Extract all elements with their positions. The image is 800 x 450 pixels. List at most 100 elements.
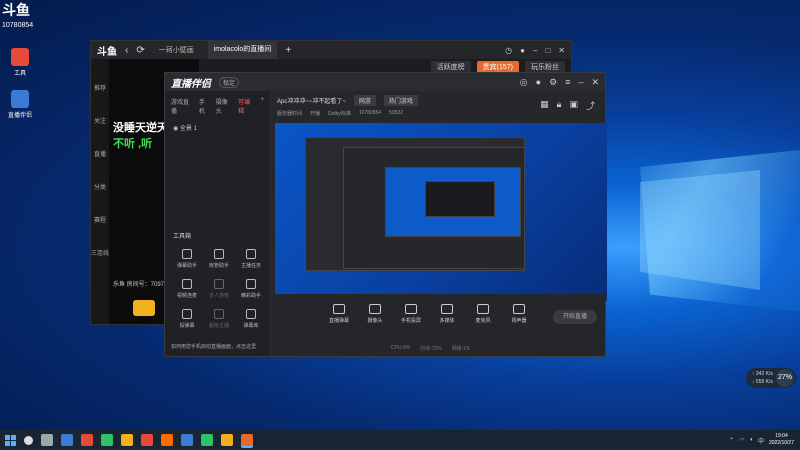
room-id: 乐鱼 房间号：70971: [113, 282, 168, 288]
desktop-icon-companion[interactable]: 直播伴侣: [6, 90, 34, 119]
barrage-icon: [333, 304, 345, 314]
back-icon[interactable]: ‹: [125, 45, 128, 56]
close-icon[interactable]: ✕: [591, 77, 599, 88]
desktop-icon-label: 直播伴侣: [7, 113, 32, 119]
microphone-button[interactable]: 麦克风: [471, 304, 495, 324]
network-icon[interactable]: ◠: [739, 437, 744, 444]
toolbox-grid: 弹幕助手 房管助手 主播任务 视频连麦 多人连麦 精彩助手 投弹幕 超级主播 弹…: [171, 249, 267, 329]
live-companion-window: 直播伴侣 稳定 ◎ ● ⚙ ≡ – ✕ 游戏直播 手机 摄像头 可编辑 + ◉ …: [164, 72, 607, 357]
folder-icon[interactable]: [121, 434, 133, 446]
sidebar-item[interactable]: 分类: [91, 182, 109, 191]
media-button[interactable]: 多媒体: [435, 304, 459, 324]
save-icon[interactable]: ▣: [569, 99, 578, 112]
category-badge[interactable]: 网游: [353, 95, 376, 106]
tool-room-manager[interactable]: 房管助手: [203, 249, 235, 269]
user-icon: [214, 249, 224, 259]
sidebar-item[interactable]: 赛程: [91, 215, 109, 224]
history-icon[interactable]: ◷: [505, 46, 512, 55]
tool-multi-link[interactable]: 多人连麦: [203, 279, 235, 299]
stat-item: 网络:1%: [451, 346, 471, 352]
version-badge[interactable]: 稳定: [219, 76, 240, 88]
camera-button[interactable]: 摄像头: [363, 304, 387, 324]
browser-icon[interactable]: [61, 434, 73, 446]
app-icon[interactable]: [81, 434, 93, 446]
preview-toolbar: ▦ 🔒︎ ▣ ⤴: [540, 99, 595, 112]
sidebar-item[interactable]: 三连线: [91, 248, 109, 257]
task-view-icon[interactable]: [41, 434, 53, 446]
douyu-taskbar-icon[interactable]: [241, 434, 253, 446]
speaker-button[interactable]: 扬声器: [507, 304, 531, 324]
avatar[interactable]: ●: [536, 77, 541, 88]
app-icon[interactable]: [141, 434, 153, 446]
app-icon[interactable]: [221, 434, 233, 446]
tool-highlight[interactable]: 精彩助手: [235, 279, 267, 299]
tab-editable[interactable]: 可编辑: [238, 97, 254, 115]
sidebar-item[interactable]: 直播: [91, 149, 109, 158]
add-tab-icon[interactable]: +: [261, 97, 265, 115]
app-icon[interactable]: [181, 434, 193, 446]
sidebar-item[interactable]: 推荐: [91, 83, 109, 92]
search-icon[interactable]: [24, 435, 33, 445]
network-speed-widget[interactable]: ↑ 242 K/s ↓ 555 K/s 27%: [746, 368, 796, 388]
phone-cast-button[interactable]: 手机投屏: [399, 304, 423, 324]
meta-item: Dolby标准: [328, 111, 351, 117]
tray-expand-icon[interactable]: ⌃: [729, 437, 734, 444]
tool-cast-barrage[interactable]: 投弹幕: [171, 309, 203, 329]
eye-icon[interactable]: ◉: [173, 126, 178, 132]
hot-game-button[interactable]: 热门游戏: [383, 95, 418, 106]
layout-icon[interactable]: ▦: [540, 99, 549, 112]
douyu-sidebar: 推荐 关注 直播 分类 赛程 三连线: [91, 59, 109, 324]
share-icon[interactable]: ⤴: [586, 99, 595, 112]
tool-streamer-task[interactable]: 主播任务: [235, 249, 267, 269]
tool-video-link[interactable]: 视频连麦: [171, 279, 203, 299]
avatar[interactable]: ●: [520, 46, 525, 55]
sidebar-item[interactable]: 关注: [91, 116, 109, 125]
taskbar: ⌃ ◠ ◖ 中 19:04 2022/10/27: [0, 430, 800, 450]
start-icon[interactable]: [0, 430, 20, 450]
phone-notice-link[interactable]: 如何用您手机启动直播画面，点击这里: [171, 343, 256, 350]
settings-icon[interactable]: ⚙: [549, 77, 557, 88]
lock-icon[interactable]: 🔒︎: [557, 99, 562, 112]
desktop-icon-tool[interactable]: 工具: [6, 48, 34, 77]
tool-barrage-assistant[interactable]: 弹幕助手: [171, 249, 203, 269]
refresh-icon[interactable]: ⟳: [136, 45, 144, 56]
scene-item[interactable]: ◉ 全景 1: [165, 121, 270, 134]
stream-title[interactable]: Apc冲冲冲~~冲不起看了~: [277, 96, 346, 105]
control-label: 手机投屏: [400, 318, 421, 324]
tab-phone[interactable]: 手机: [199, 97, 210, 115]
github-icon[interactable]: ◎: [520, 77, 528, 88]
live-preview-canvas[interactable]: [275, 123, 607, 301]
tool-barrage-library[interactable]: 弹幕库: [235, 309, 267, 329]
wechat-icon[interactable]: [101, 434, 113, 446]
meta-item: 10780854: [358, 110, 382, 116]
tab-camera[interactable]: 摄像头: [216, 97, 232, 115]
maximize-icon[interactable]: □: [545, 46, 550, 55]
memory-percent: 27%: [776, 369, 794, 387]
minimize-icon[interactable]: –: [578, 77, 583, 88]
preview-pane: Apc冲冲冲~~冲不起看了~ 网游 热门游戏 服务器时间 开播 Dolby标准 …: [271, 91, 607, 356]
input-method-icon[interactable]: 中: [758, 436, 764, 445]
tool-super-streamer[interactable]: 超级主播: [203, 309, 235, 329]
live-barrage-button[interactable]: 直播弹幕: [327, 304, 351, 324]
tool-label: 超级主播: [208, 323, 229, 329]
start-live-button[interactable]: 开始直播: [553, 310, 597, 324]
companion-app-icon: [11, 90, 29, 108]
close-icon[interactable]: ✕: [558, 46, 565, 55]
gift-icon[interactable]: [133, 300, 155, 316]
chrome-icon[interactable]: [201, 434, 213, 446]
camera-icon: [369, 304, 381, 314]
douyu-logo: 斗鱼: [97, 46, 117, 58]
scene-label: 全景 1: [179, 126, 197, 132]
app-icon[interactable]: [161, 434, 173, 446]
minimize-icon[interactable]: –: [533, 46, 537, 55]
clock[interactable]: 19:04 2022/10/27: [769, 433, 794, 447]
control-label: 扬声器: [511, 318, 527, 324]
tab-game[interactable]: 游戏直播: [171, 97, 193, 115]
tab-item[interactable]: 一珂小壁画: [153, 45, 200, 55]
volume-icon[interactable]: ◖: [749, 437, 753, 443]
wallpaper-window-shape: [640, 170, 760, 290]
menu-icon[interactable]: ≡: [565, 77, 570, 88]
titlebar: 直播伴侣 稳定 ◎ ● ⚙ ≡ – ✕: [165, 73, 605, 91]
tab-item-active[interactable]: imolacolo的直播间: [207, 41, 278, 59]
new-tab-icon[interactable]: +: [285, 45, 291, 56]
